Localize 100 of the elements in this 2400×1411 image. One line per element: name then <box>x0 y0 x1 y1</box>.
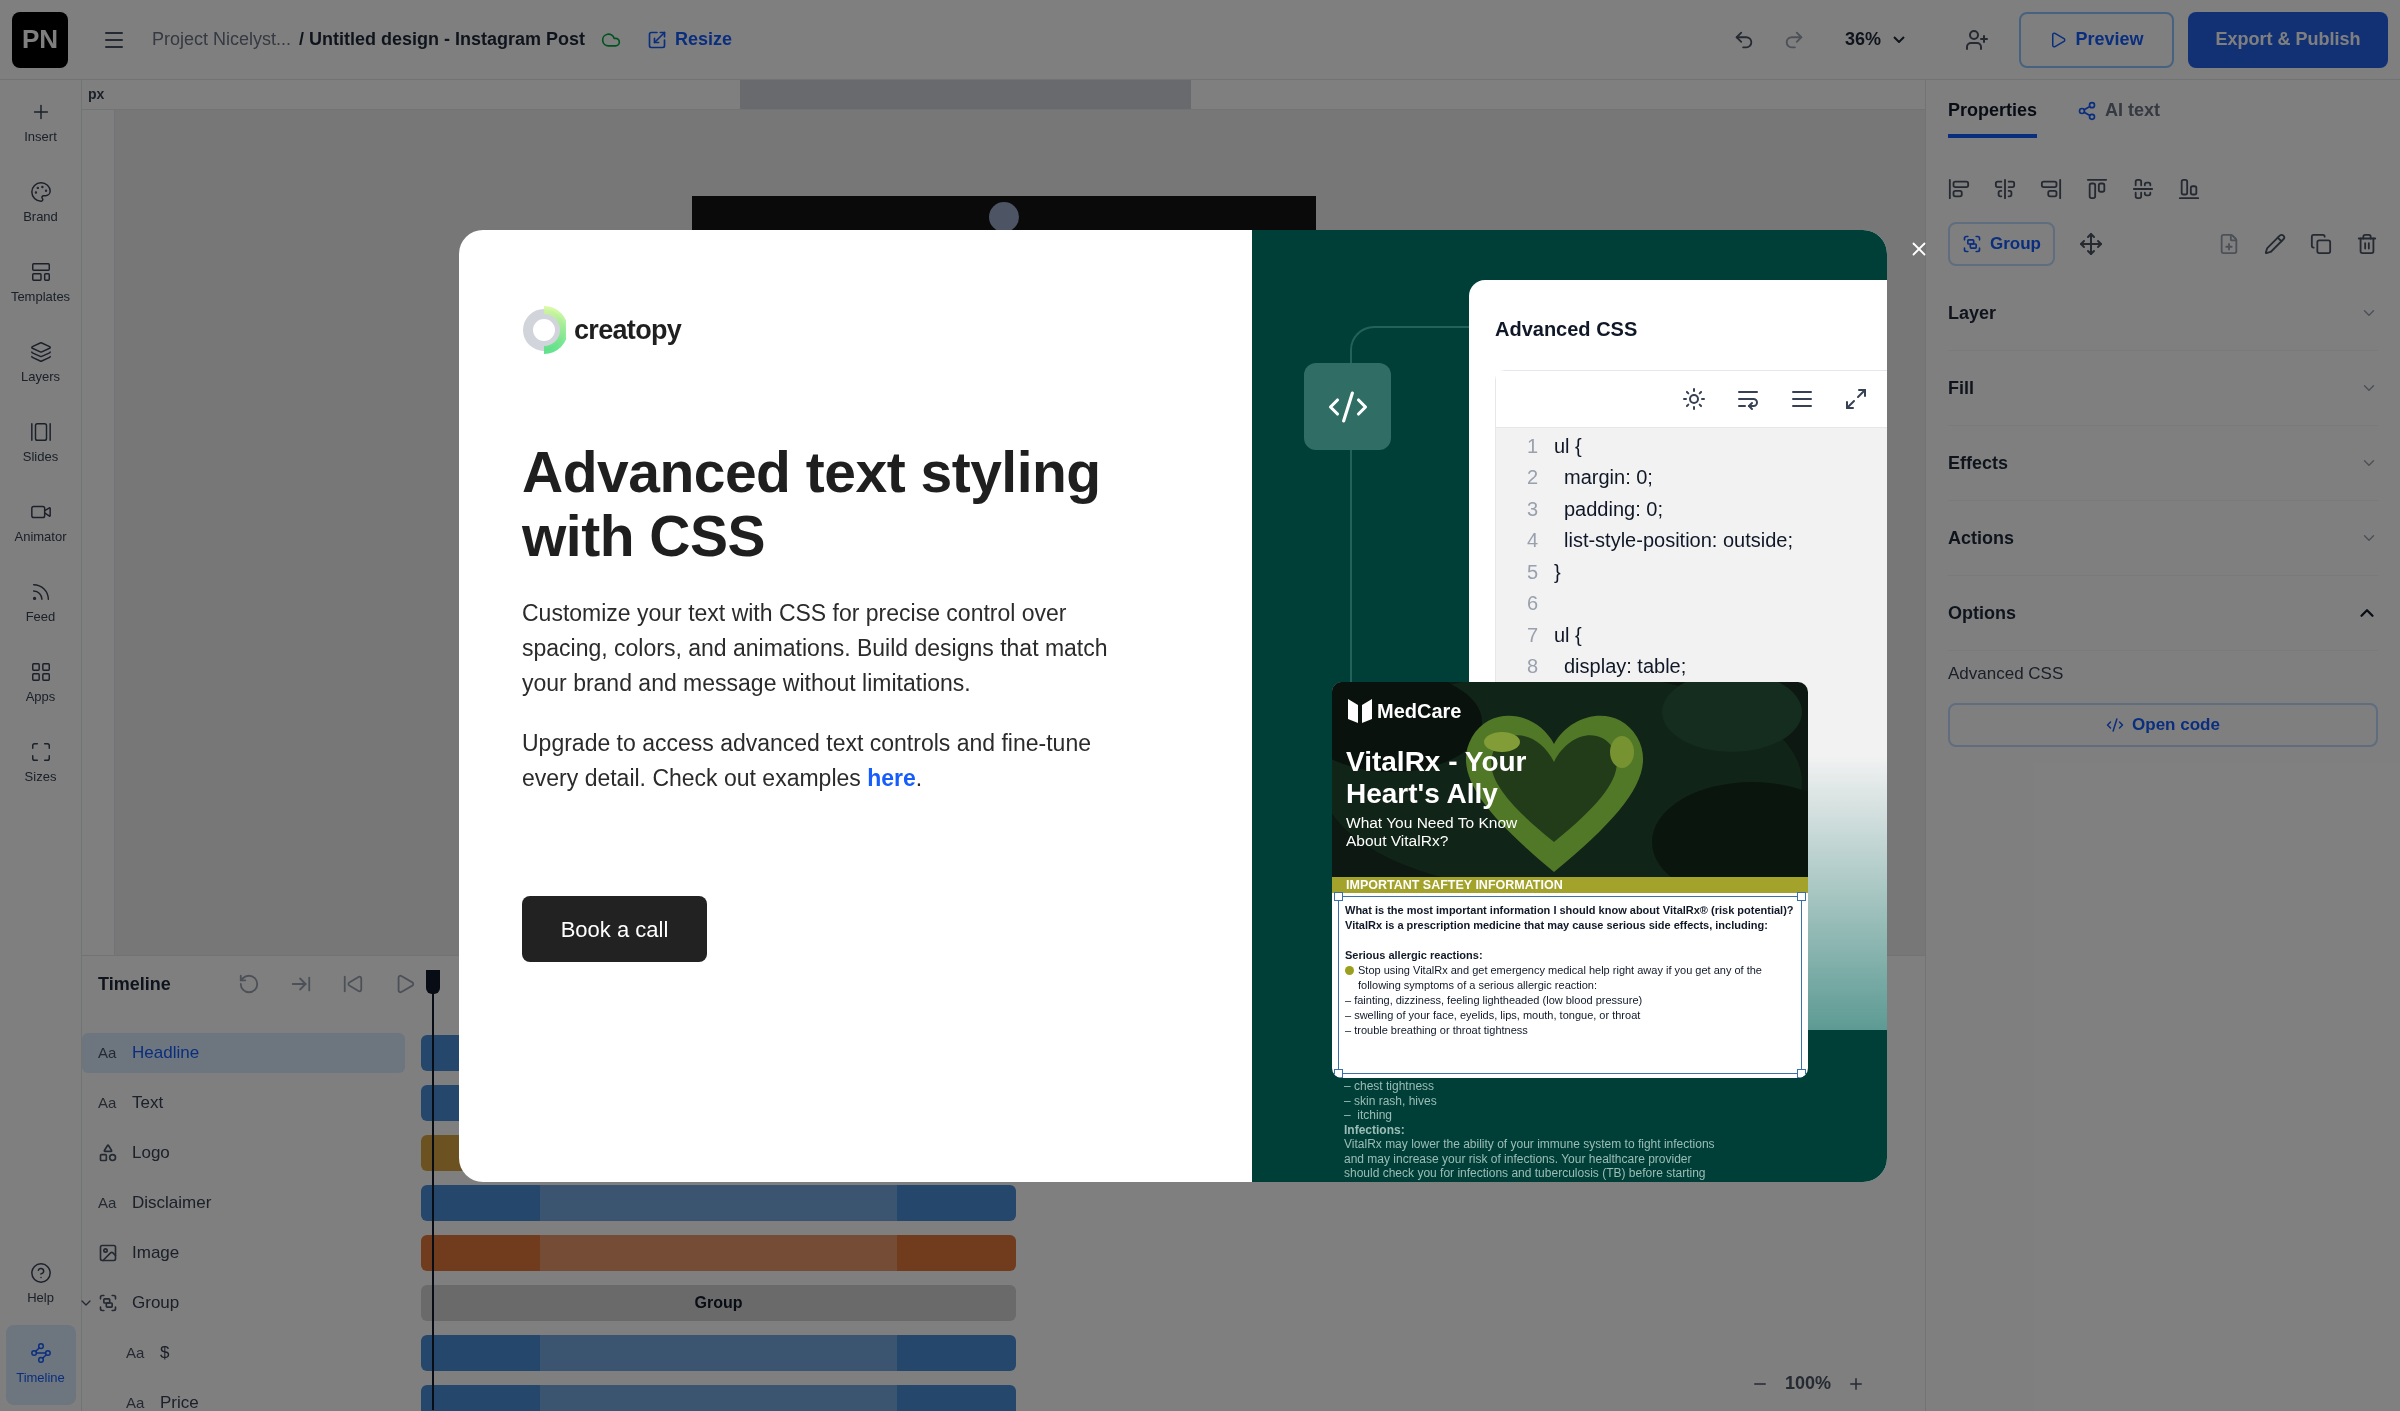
align-middle-icon[interactable] <box>2132 178 2154 200</box>
layer-item[interactable]: Aa Disclaimer <box>82 1183 405 1223</box>
text-type-icon: Aa <box>98 1091 122 1115</box>
align-top-icon[interactable] <box>2086 178 2108 200</box>
line-number: 1 <box>1525 433 1538 459</box>
editor-title: Advanced CSS <box>1494 317 1639 342</box>
app-logo[interactable]: PN <box>12 11 68 68</box>
timeline-track[interactable] <box>421 1385 1016 1411</box>
brand-name: creatopy <box>574 313 682 347</box>
info-heading: Serious allergic reactions: <box>1345 948 1484 963</box>
info-text: should check you for infections and tuberculosis (TB) before starting <box>1344 1166 1707 1181</box>
layer-item[interactable]: Aa Text <box>82 1083 405 1123</box>
project-name[interactable]: Project Nicelyst... <box>152 26 292 53</box>
panel-tab[interactable]: AI text <box>2077 97 2161 138</box>
info-text: Infections: <box>1344 1122 1406 1137</box>
info-text: Stop using VitalRx and get emergency medical help right away if you get any of the following symptoms of a serious allergic reaction: <box>1358 963 1763 993</box>
examples-link[interactable]: here <box>867 765 916 791</box>
export-button[interactable]: Export & Publish <box>2188 11 2388 68</box>
code-line: margin: 0; <box>1563 465 1653 491</box>
expand-icon[interactable] <box>1844 387 1868 411</box>
line-number: 7 <box>1525 622 1538 648</box>
group-icon <box>1962 234 1982 254</box>
sidebar-item[interactable]: Layers <box>5 324 76 404</box>
timeline-zoom: 100% <box>1784 1372 1831 1395</box>
reset-icon[interactable] <box>238 973 260 995</box>
theme-icon[interactable] <box>1682 387 1706 411</box>
layer-item[interactable]: Image <box>82 1233 405 1273</box>
selection-handle[interactable] <box>1797 1069 1806 1078</box>
panel-section-header[interactable]: Effects <box>1948 426 2378 501</box>
panel-section-header[interactable]: Layer <box>1948 276 2378 351</box>
copy-icon[interactable] <box>2310 233 2332 255</box>
resize-icon <box>647 29 668 50</box>
align-center-icon[interactable] <box>1994 178 2016 200</box>
layer-item[interactable]: Logo <box>82 1133 405 1173</box>
panel-section-header[interactable]: Actions <box>1948 501 2378 576</box>
panel-section-header[interactable]: Fill <box>1948 351 2378 426</box>
timeline-track[interactable] <box>421 1335 1016 1371</box>
shapes-icon <box>98 1143 118 1163</box>
share-icon <box>2077 100 2098 121</box>
align-right-icon[interactable] <box>2040 178 2062 200</box>
panel-tab[interactable]: Properties <box>1948 97 2038 138</box>
info-text: – swelling of your face, eyelids, lips, mouth, tongue, or throat <box>1345 1008 1642 1023</box>
skip-back-icon[interactable] <box>342 973 364 995</box>
ruler: px <box>82 80 1925 110</box>
card-brand: MedCare <box>1377 699 1462 724</box>
chevron-icon <box>1893 36 1905 43</box>
sidebar-item[interactable]: Help <box>5 1245 76 1325</box>
sidebar-item[interactable]: Feed <box>5 564 76 644</box>
line-number: 6 <box>1525 591 1538 617</box>
layer-item[interactable]: Aa $ <box>82 1333 405 1373</box>
layer-item[interactable]: Group <box>82 1283 405 1323</box>
group-button[interactable]: Group <box>1948 222 2055 266</box>
line-number: 4 <box>1525 528 1538 554</box>
sidebar-item[interactable]: Animator <box>5 484 76 564</box>
text-type-icon: Aa <box>98 1191 122 1215</box>
info-text: and may increase your risk of infections. Your healthcare provider <box>1344 1151 1693 1166</box>
sidebar-item[interactable]: Insert <box>5 84 76 164</box>
timeline-track[interactable] <box>421 1235 1016 1271</box>
code-line: padding: 0; <box>1563 496 1663 522</box>
help-icon <box>29 1262 52 1285</box>
pencil-icon[interactable] <box>2264 233 2286 255</box>
info-text: – skin rash, hives <box>1344 1093 1438 1108</box>
align-left-icon[interactable] <box>1948 178 1970 200</box>
selection-handle[interactable] <box>1334 1069 1343 1078</box>
move-icon[interactable] <box>2079 232 2103 256</box>
playhead[interactable] <box>426 970 440 1410</box>
timeline-track[interactable]: Group <box>421 1285 1016 1321</box>
selection-handle[interactable] <box>1797 892 1806 901</box>
info-text: VitalRx is a prescription medicine that may cause serious side effects, including: <box>1345 918 1769 933</box>
resize-icon <box>29 741 52 764</box>
layer-item[interactable]: Aa Price <box>82 1383 405 1411</box>
add-user-icon[interactable] <box>1965 27 1989 52</box>
open-code-button[interactable]: Open code <box>1948 702 2378 747</box>
panel-section-header[interactable]: Options <box>1948 576 2378 651</box>
sidebar-item[interactable]: Slides <box>5 404 76 484</box>
sidebar-item[interactable]: Sizes <box>5 724 76 804</box>
sidebar-item[interactable]: Apps <box>5 644 76 724</box>
layer-item[interactable]: Aa Headline <box>82 1033 405 1073</box>
line-number: 8 <box>1525 654 1538 680</box>
selection-handle[interactable] <box>1334 892 1343 901</box>
resize-button[interactable]: Resize <box>647 26 733 53</box>
zoom-dropdown[interactable]: 36% <box>1844 26 1905 53</box>
line-number: 5 <box>1525 559 1538 585</box>
design-name[interactable]: / Untitled design - Instagram Post <box>299 26 586 53</box>
timeline-track[interactable] <box>421 1185 1016 1221</box>
delete-icon[interactable] <box>2356 233 2378 255</box>
book-call-button[interactable]: Book a call <box>522 896 707 962</box>
info-text: VitalRx may lower the ability of your immune system to fight infections <box>1344 1137 1715 1152</box>
sidebar-item[interactable]: Brand <box>5 164 76 244</box>
preview-button[interactable]: Preview <box>2019 11 2174 68</box>
code-icon <box>2106 715 2125 734</box>
sidebar-item[interactable]: Timeline <box>5 1325 76 1405</box>
safety-banner: IMPORTANT SAFTEY INFORMATION <box>1332 877 1808 893</box>
card-subtitle: What You Need To Know About VitalRx? <box>1346 814 1519 850</box>
align-bottom-icon[interactable] <box>2178 178 2200 200</box>
file-icon[interactable] <box>2218 233 2240 255</box>
template-icon <box>29 261 52 284</box>
modal-description: Customize your text with CSS for precise control over spacing, colors, and animations. Build designs that match your brand and message without limitations. <box>522 599 1109 698</box>
code-line: ul { <box>1553 622 1582 648</box>
sidebar-item[interactable]: Templates <box>5 244 76 324</box>
